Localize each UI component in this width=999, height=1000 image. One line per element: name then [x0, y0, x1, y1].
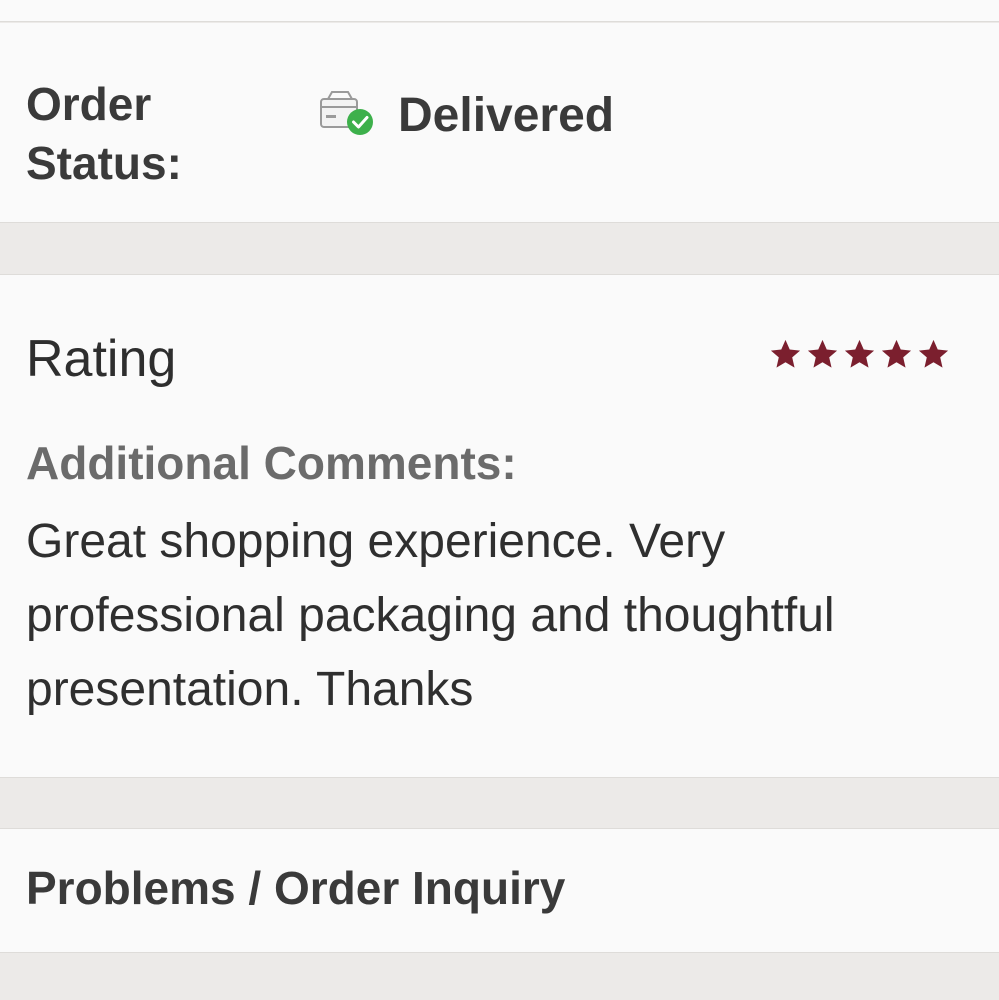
order-status-section: Order Status: Delivered — [0, 23, 999, 223]
star-icon — [768, 337, 803, 372]
additional-comments-text: Great shopping experience. Very professi… — [26, 515, 835, 716]
star-rating — [768, 337, 951, 372]
additional-comments-label: Additional Comments: — [26, 437, 517, 489]
star-icon — [842, 337, 877, 372]
problems-section[interactable]: Problems / Order Inquiry — [0, 828, 999, 953]
order-status-value: Delivered — [318, 85, 614, 145]
rating-section: Rating Additional Comments: Great shoppi… — [0, 274, 999, 778]
star-icon — [805, 337, 840, 372]
order-status-text: Delivered — [398, 88, 615, 142]
star-icon — [879, 337, 914, 372]
delivered-box-check-icon — [318, 89, 378, 141]
order-status-label: Order Status: — [26, 78, 182, 189]
rating-heading: Rating — [26, 330, 177, 388]
star-icon — [916, 337, 951, 372]
problems-order-inquiry-link[interactable]: Problems / Order Inquiry — [26, 859, 565, 917]
top-card-edge — [0, 0, 999, 22]
